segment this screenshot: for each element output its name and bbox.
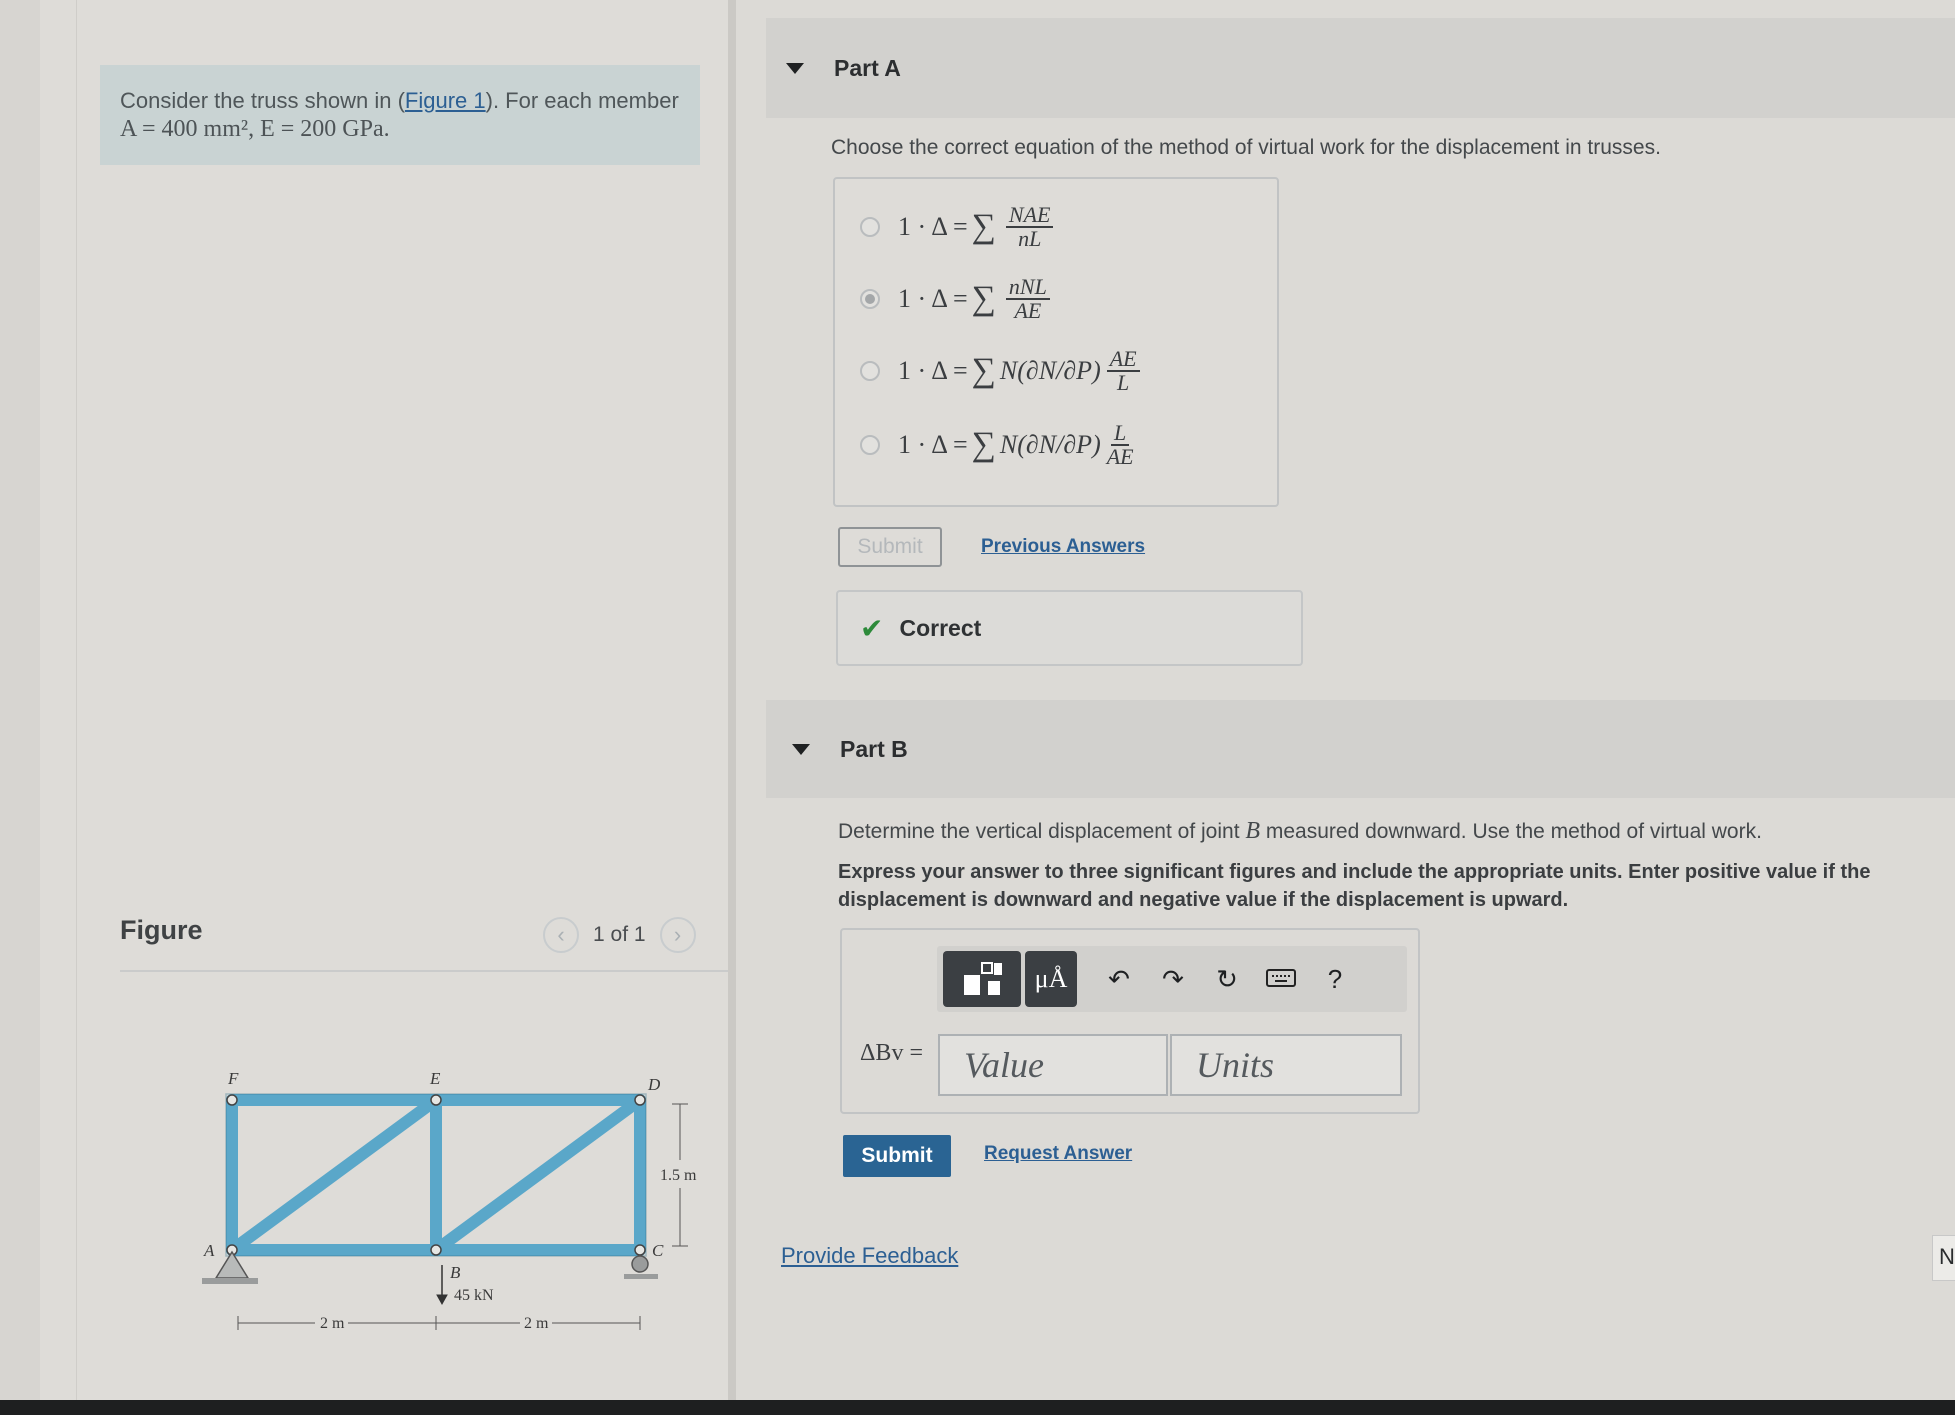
pane-divider[interactable] [728,0,736,1415]
choice-lhs: 1 · Δ = [898,430,968,459]
dimension-left: 2 m [320,1315,345,1332]
problem-equation: A = 400 mm², E = 200 GPa. [120,116,390,142]
collapse-triangle-icon[interactable] [792,743,810,755]
truss-diagram: F E D A B C 45 kN 2 m 2 m 1.5 m [202,1069,697,1332]
part-b-submit-button[interactable]: Submit [843,1135,951,1177]
joint-label-f: F [227,1069,239,1088]
fraction-denominator: L [1117,370,1130,395]
joint-symbol: B [1245,818,1261,844]
redo-icon[interactable]: ↷ [1149,964,1197,995]
part-a-title: Part A [834,54,901,81]
request-answer-link[interactable]: Request Answer [984,1143,1132,1165]
fraction-numerator: AE [1106,348,1140,372]
question-pane: Part A Choose the correct equation of th… [736,0,1955,1415]
choice-option-1[interactable]: 1 · Δ = ∑ NAE nL [860,197,1054,257]
help-icon[interactable]: ? [1311,964,1359,995]
fraction-denominator: AE [1106,444,1134,469]
choice-option-3[interactable]: 1 · Δ = ∑ N(∂N/∂P) AE L [860,341,1140,401]
figure-pagination: ‹ 1 of 1 › [543,917,696,953]
collapse-triangle-icon[interactable] [786,62,804,74]
units-input[interactable]: Units [1170,1034,1402,1096]
fraction-numerator: nNL [1005,276,1050,300]
figure-divider [120,970,750,972]
math-toolbar: μÅ ↶ ↷ ↻ ? [937,946,1407,1012]
next-tab[interactable]: N [1932,1235,1955,1281]
fraction-numerator: L [1111,422,1130,446]
load-label: 45 kN [454,1287,494,1304]
choice-list: 1 · Δ = ∑ NAE nL 1 · Δ = ∑ nNL AE 1 · Δ = … [833,177,1279,507]
joint-label-b: B [450,1263,461,1282]
checkmark-icon: ✔ [860,612,884,644]
choice-lhs: 1 · Δ = [898,284,968,313]
screen-bottom-bezel [0,1400,1955,1415]
partial-derivative-term: N(∂N/∂P) [999,356,1101,385]
load-arrow [436,1265,448,1306]
joint-label-e: E [429,1069,441,1088]
radio-button[interactable] [860,217,880,237]
part-b-express-note: Express your answer to three significant… [838,861,1871,911]
feedback-label: Correct [899,614,982,641]
joint-label-d: D [647,1075,661,1094]
problem-statement: Consider the truss shown in (Figure 1). … [100,65,700,165]
answer-variable-label: ΔBv = [860,1040,923,1066]
units-button[interactable]: μÅ [1025,951,1077,1007]
radio-button[interactable] [860,435,880,455]
dimension-height: 1.5 m [660,1167,697,1184]
pane-border [76,0,77,1415]
provide-feedback-link[interactable]: Provide Feedback [781,1243,958,1269]
keyboard-icon[interactable] [1257,964,1305,995]
choice-lhs: 1 · Δ = [898,212,968,241]
part-a-header[interactable]: Part A [766,18,1955,118]
problem-text-suffix: ). For each member [485,88,679,113]
undo-icon[interactable]: ↶ [1095,964,1143,995]
choice-option-4[interactable]: 1 · Δ = ∑ N(∂N/∂P) L AE [860,415,1134,475]
figure-title: Figure [120,915,203,945]
fraction-denominator: AE [1014,298,1042,323]
figure-link[interactable]: Figure 1 [405,88,486,113]
part-b-instruction: Determine the vertical displacement of j… [838,818,1762,845]
figure-counter: 1 of 1 [593,923,646,946]
answer-input-area: μÅ ↶ ↷ ↻ ? ΔBv = Value Units [840,928,1420,1114]
member-bd [430,1094,646,1256]
reset-icon[interactable]: ↻ [1203,964,1251,995]
problem-text: Consider the truss shown in ( [120,88,405,113]
value-input[interactable]: Value [938,1034,1168,1096]
fraction-denominator: nL [1018,226,1042,251]
instruction-text: Determine the vertical displacement of j… [838,820,1246,843]
fraction-numerator: NAE [1005,204,1054,228]
previous-answers-link[interactable]: Previous Answers [981,536,1145,558]
radio-button[interactable] [860,361,880,381]
choice-lhs: 1 · Δ = [898,356,968,385]
chevron-right-icon[interactable]: › [659,917,696,953]
part-b-title: Part B [840,735,908,762]
feedback-correct: ✔ Correct [836,590,1303,666]
radio-button-selected[interactable] [860,289,880,309]
part-b-header[interactable]: Part B [766,700,1955,798]
partial-derivative-term: N(∂N/∂P) [999,430,1101,459]
joint-label-a: A [203,1241,215,1260]
truss-members [226,1094,646,1256]
joint-label-c: C [652,1241,664,1260]
part-a-instruction: Choose the correct equation of the metho… [831,136,1661,159]
chevron-left-icon[interactable]: ‹ [543,917,579,953]
member-ae [226,1094,442,1256]
problem-pane: Consider the truss shown in (Figure 1). … [40,0,750,1415]
dimension-right: 2 m [524,1315,549,1332]
part-a-submit-button[interactable]: Submit [838,527,942,567]
templates-icon[interactable] [943,951,1021,1007]
instruction-text-suffix: measured downward. Use the method of vir… [1260,820,1762,843]
choice-option-2[interactable]: 1 · Δ = ∑ nNL AE [860,269,1050,329]
